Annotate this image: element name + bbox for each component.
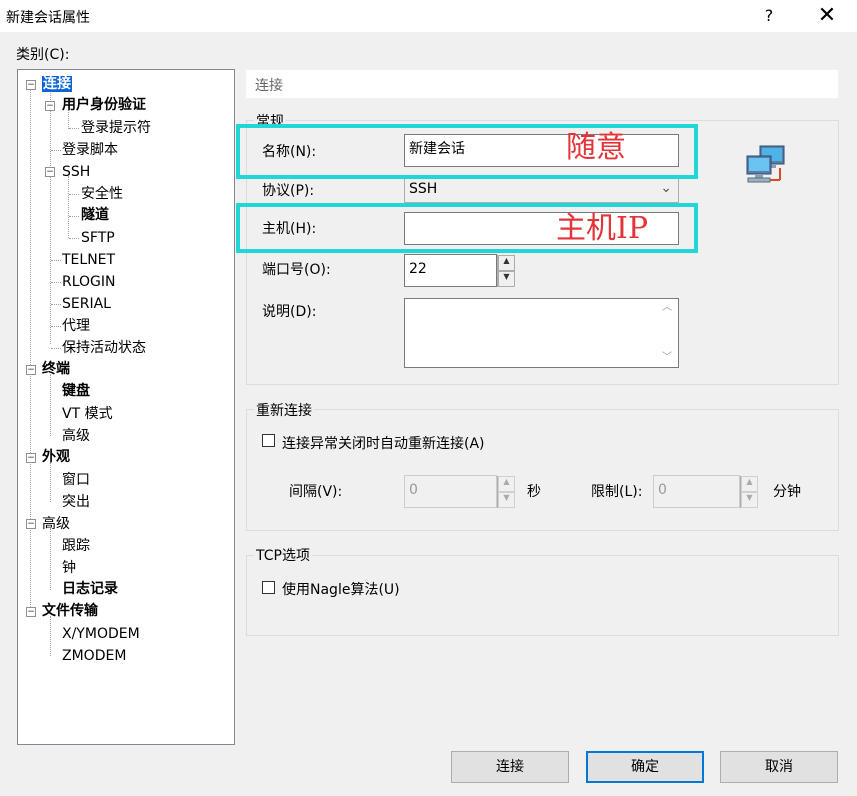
connect-button[interactable]: 连接 (451, 751, 569, 783)
spin-up-icon[interactable]: ▲ (498, 255, 515, 271)
tree-item-file-transfer[interactable]: 文件传输 (42, 601, 98, 621)
tree-item-zmodem[interactable]: ZMODEM (62, 646, 126, 666)
protocol-value: SSH (409, 181, 438, 197)
nagle-checkbox[interactable] (262, 581, 275, 594)
tree-item-telnet[interactable]: TELNET (62, 250, 115, 270)
auto-reconnect-label: 连接异常关闭时自动重新连接(A) (282, 436, 485, 452)
description-scrollbar[interactable]: ︿ ﹀ (659, 300, 675, 366)
port-field[interactable]: 22 (404, 254, 497, 287)
tcp-group-title: TCP选项 (254, 545, 312, 565)
collapse-icon[interactable]: − (26, 519, 36, 529)
tree-item-rlogin[interactable]: RLOGIN (62, 272, 116, 292)
name-annotation: 随意 (566, 130, 626, 165)
tree-item-keepalive[interactable]: 保持活动状态 (62, 338, 146, 358)
tree-item-terminal[interactable]: 终端 (42, 359, 70, 379)
spin-down-icon[interactable]: ▼ (498, 271, 515, 287)
limit-unit: 分钟 (773, 484, 801, 500)
window-title: 新建会话属性 (6, 10, 90, 26)
interval-field[interactable]: 0 (404, 475, 497, 508)
protocol-label: 协议(P): (262, 183, 315, 199)
close-button[interactable]: ✕ (810, 2, 844, 30)
tree-item-serial[interactable]: SERIAL (62, 294, 111, 314)
tree-item-tunnel[interactable]: 隧道 (81, 205, 109, 225)
name-highlight-box (236, 124, 698, 179)
tree-item-ssh[interactable]: SSH (62, 162, 90, 182)
tree-item-user-auth[interactable]: 用户身份验证 (62, 95, 146, 115)
collapse-icon[interactable]: − (26, 607, 36, 617)
scroll-up-icon[interactable]: ︿ (659, 300, 675, 316)
collapse-icon[interactable]: − (45, 167, 55, 177)
tree-item-sftp[interactable]: SFTP (81, 228, 115, 248)
protocol-select[interactable]: SSH ⌄ (404, 177, 679, 203)
tree-item-logging[interactable]: 日志记录 (62, 579, 118, 599)
help-button[interactable]: ? (756, 4, 782, 28)
reconnect-group (246, 409, 839, 531)
tree-item-terminal-advanced[interactable]: 高级 (62, 426, 90, 446)
limit-field[interactable]: 0 (653, 475, 740, 508)
tree-item-keyboard[interactable]: 键盘 (62, 381, 90, 401)
limit-spinner[interactable]: ▲ ▼ (740, 476, 758, 508)
tree-item-highlight[interactable]: 突出 (62, 492, 90, 512)
tree-item-window[interactable]: 窗口 (62, 470, 90, 490)
ok-button[interactable]: 确定 (586, 751, 704, 783)
tree-item-vt-mode[interactable]: VT 模式 (62, 404, 113, 424)
description-field[interactable] (404, 298, 679, 368)
tree-item-trace[interactable]: 跟踪 (62, 536, 90, 556)
tree-item-advanced[interactable]: 高级 (42, 514, 70, 534)
interval-label: 间隔(V): (289, 484, 343, 500)
tree-item-security[interactable]: 安全性 (81, 184, 123, 204)
collapse-icon[interactable]: − (45, 101, 55, 111)
reconnect-group-title: 重新连接 (254, 400, 314, 420)
network-computers-icon (746, 145, 785, 183)
collapse-icon[interactable]: − (26, 365, 36, 375)
cancel-button[interactable]: 取消 (720, 751, 838, 783)
nagle-label: 使用Nagle算法(U) (282, 582, 400, 598)
interval-spinner[interactable]: ▲ ▼ (497, 476, 515, 508)
chevron-down-icon: ⌄ (660, 180, 672, 196)
tree-item-login-script[interactable]: 登录脚本 (62, 140, 118, 160)
tree-item-connection[interactable]: 连接 (42, 76, 72, 92)
spin-up-icon[interactable]: ▲ (741, 476, 758, 492)
tree-item-proxy[interactable]: 代理 (62, 316, 90, 336)
category-tree[interactable]: − − − − − − − 连接 用户身份验证 登录提示符 登录脚本 SSH 安… (17, 69, 235, 745)
description-label: 说明(D): (262, 304, 317, 320)
title-bar (0, 0, 857, 32)
port-spinner[interactable]: ▲ ▼ (497, 255, 515, 287)
close-icon: ✕ (817, 3, 837, 28)
scroll-down-icon[interactable]: ﹀ (659, 350, 675, 366)
spin-up-icon[interactable]: ▲ (498, 476, 515, 492)
tree-item-login-prompt[interactable]: 登录提示符 (81, 118, 151, 138)
tree-item-xymodem[interactable]: X/YMODEM (62, 624, 140, 644)
section-title: 连接 (255, 78, 283, 94)
category-label: 类别(C): (16, 47, 70, 63)
interval-unit: 秒 (527, 484, 541, 500)
limit-label: 限制(L): (591, 484, 643, 500)
collapse-icon[interactable]: − (26, 80, 36, 90)
tree-item-appearance[interactable]: 外观 (42, 447, 70, 467)
auto-reconnect-checkbox[interactable] (262, 434, 275, 447)
port-label: 端口号(O): (262, 262, 331, 278)
collapse-icon[interactable]: − (26, 453, 36, 463)
section-header: 连接 (246, 70, 838, 98)
host-annotation: 主机IP (556, 211, 649, 246)
tree-item-bell[interactable]: 钟 (62, 558, 76, 578)
spin-down-icon[interactable]: ▼ (498, 492, 515, 508)
spin-down-icon[interactable]: ▼ (741, 492, 758, 508)
